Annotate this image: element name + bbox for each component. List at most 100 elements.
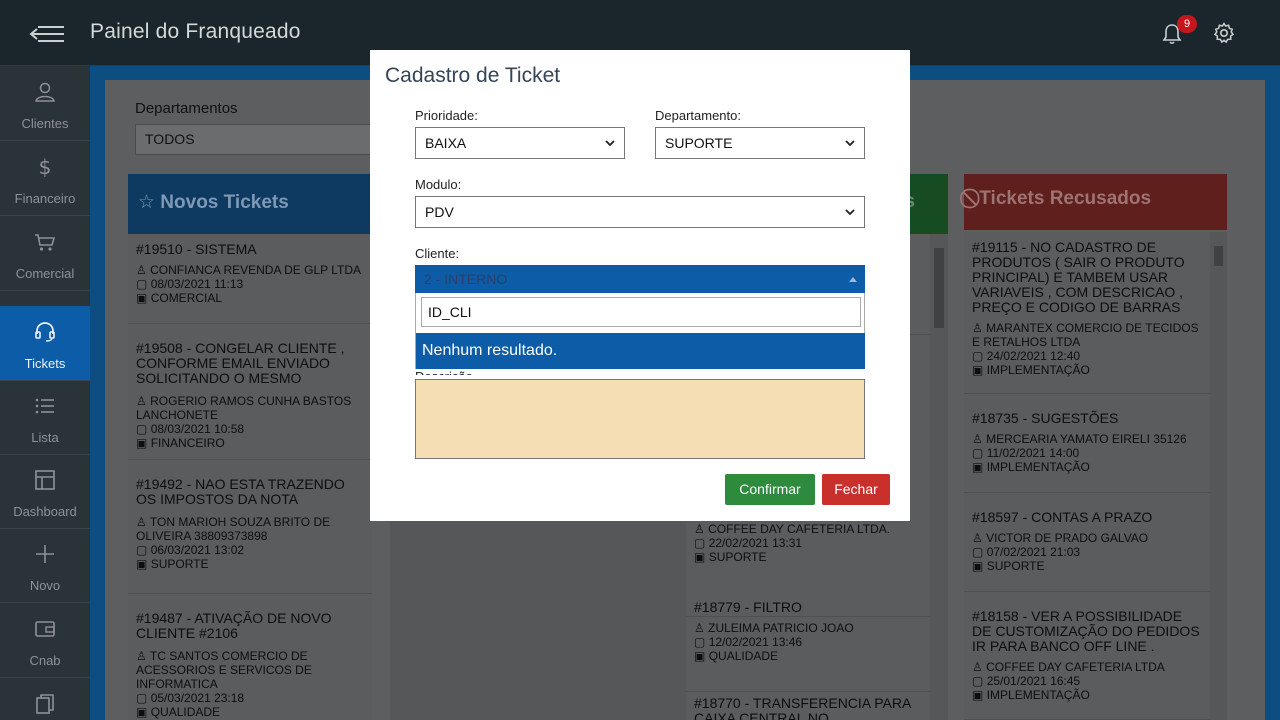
ticket-card[interactable]: #18158 - VER A POSSIBILIDADE DE CUSTOMIZ… <box>964 592 1210 720</box>
close-button[interactable]: Fechar <box>822 474 890 505</box>
ticket-card[interactable]: #18597 - CONTAS A PRAZO ♙ VICTOR DE PRAD… <box>964 493 1210 592</box>
calendar-icon: ▢ <box>972 674 984 688</box>
ticket-card[interactable]: #19510 - SISTEMA ♙ CONFIANCA REVENDA DE … <box>128 234 372 324</box>
ticket-dept: IMPLEMENTAÇÃO <box>986 688 1090 702</box>
modal-title: Cadastro de Ticket <box>385 64 561 87</box>
ticket-date: 22/02/2021 13:31 <box>708 536 803 550</box>
ticket-date: 07/02/2021 21:03 <box>986 545 1081 559</box>
sidebar-item-label: Financeiro <box>14 191 76 206</box>
ticket-client: TC SANTOS COMERCIO DE ACESSORIOS E SERVI… <box>136 649 312 691</box>
ticket-date: 06/03/2021 13:02 <box>150 543 245 557</box>
ticket-card[interactable]: #19487 - ATIVAÇÃO DE NOVO CLIENTE #2106 … <box>128 594 372 720</box>
calendar-icon: ▢ <box>972 349 984 363</box>
calendar-icon: ▢ <box>972 545 984 559</box>
headset-icon <box>35 322 55 342</box>
ticket-title: #18158 - VER A POSSIBILIDADE DE CUSTOMIZ… <box>972 608 1200 654</box>
ticket-title: #18770 - TRANSFERENCIA PARA CAIXA CENTRA… <box>694 695 911 720</box>
ticket-card[interactable]: #18770 - TRANSFERENCIA PARA CAIXA CENTRA… <box>686 690 930 720</box>
user-icon: ♙ <box>972 660 983 674</box>
ticket-dept: IMPLEMENTAÇÃO <box>986 460 1090 474</box>
sidebar-item-label: Clientes <box>21 116 69 131</box>
user-icon: ♙ <box>694 522 705 536</box>
calendar-icon: ▢ <box>136 277 148 291</box>
ticket-title: #18735 - SUGESTÕES <box>972 410 1119 426</box>
ticket-title: #19510 - SISTEMA <box>136 241 257 257</box>
calendar-icon: ▢ <box>972 446 984 460</box>
app-title: Painel do Franqueado <box>90 20 301 43</box>
ticket-dept: SUPORTE <box>986 559 1045 573</box>
sidebar-item-label: Comercial <box>15 266 75 281</box>
ticket-card[interactable]: #19492 - NAO ESTA TRAZENDO OS IMPOSTOS D… <box>128 460 372 594</box>
sidebar-item-financeiro[interactable]: $ Financeiro <box>0 141 90 216</box>
prioridade-select[interactable]: BAIXA <box>415 127 625 159</box>
cliente-dropdown: Nenhum resultado. <box>415 293 865 369</box>
department-icon: ▣ <box>694 550 706 564</box>
column-header: ⃠ Tickets Recusados <box>964 174 1227 230</box>
scrollbar[interactable] <box>930 234 948 720</box>
prioridade-label: Prioridade: <box>415 108 478 123</box>
ticket-dept: SUPORTE <box>708 550 767 564</box>
ticket-modal: Cadastro de Ticket Prioridade: BAIXA Dep… <box>370 50 910 521</box>
ticket-title: #19487 - ATIVAÇÃO DE NOVO CLIENTE #2106 <box>136 610 332 641</box>
chevron-down-icon <box>605 140 615 147</box>
ticket-card[interactable]: #19115 - NO CADASTRO DE PRODUTOS ( SAIR … <box>964 232 1210 394</box>
column-body: #19115 - NO CADASTRO DE PRODUTOS ( SAIR … <box>964 232 1210 720</box>
modulo-select[interactable]: PDV <box>415 196 865 228</box>
calendar-icon: ▢ <box>694 635 706 649</box>
sidebar-item-cnab[interactable]: Cnab <box>0 603 90 678</box>
sidebar-item-lista[interactable]: Lista <box>0 380 90 455</box>
ticket-client: COFFEE DAY CAFETERIA LTDA <box>986 660 1165 674</box>
sidebar-item-label: Lista <box>31 430 59 445</box>
ticket-client: COFFEE DAY CAFETERIA LTDA. <box>708 522 891 536</box>
ticket-client: CONFIANCA REVENDA DE GLP LTDA <box>150 263 362 277</box>
ticket-date: 11/02/2021 14:00 <box>986 446 1080 460</box>
calendar-icon: ▢ <box>694 536 706 550</box>
cliente-search-input[interactable] <box>421 297 861 327</box>
prioridade-value: BAIXA <box>425 135 467 151</box>
menu-toggle-icon[interactable] <box>28 22 66 46</box>
descricao-textarea[interactable] <box>415 379 865 459</box>
sidebar-item-novo[interactable]: Novo <box>0 528 90 603</box>
ticket-date: 25/01/2021 16:45 <box>986 674 1081 688</box>
department-icon: ▣ <box>972 363 984 377</box>
departamentos-label: Departamentos <box>135 100 238 117</box>
ticket-card[interactable]: #18735 - SUGESTÕES ♙ MERCEARIA YAMATO EI… <box>964 394 1210 493</box>
sidebar-item-comercial[interactable]: Comercial <box>0 216 90 291</box>
calendar-icon: ▢ <box>136 691 148 705</box>
sidebar-item-clientes[interactable]: Clientes <box>0 66 90 141</box>
sidebar: Clientes $ Financeiro Comercial Tickets … <box>0 66 90 720</box>
sidebar-item-tickets[interactable]: Tickets <box>0 306 90 381</box>
ticket-dept: SUPORTE <box>150 557 209 571</box>
dollar-icon: $ <box>39 155 52 179</box>
confirm-button[interactable]: Confirmar <box>725 474 815 505</box>
ticket-title: #18779 - FILTRO <box>694 599 802 615</box>
departamentos-select[interactable]: TODOS <box>135 124 375 155</box>
user-icon: ♙ <box>136 515 147 529</box>
ticket-card[interactable]: #19508 - CONGELAR CLIENTE , CONFORME EMA… <box>128 324 372 460</box>
descricao-label: Descrição <box>415 369 473 375</box>
departamento-value: SUPORTE <box>665 135 733 151</box>
column-novos-tickets: ☆ Novos Tickets #19510 - SISTEMA ♙ CONFI… <box>128 174 372 720</box>
department-icon: ▣ <box>972 559 984 573</box>
cliente-label: Cliente: <box>415 246 460 261</box>
ticket-card[interactable]: #18779 - FILTRO ♙ ZULEIMA PATRICIO JOAO … <box>686 592 930 692</box>
column-header: ☆ Novos Tickets <box>128 174 372 234</box>
cliente-select[interactable]: 2 - INTERNO <box>415 265 865 293</box>
user-icon <box>35 82 55 102</box>
sidebar-item-dashboard[interactable]: Dashboard <box>0 454 90 529</box>
departamento-select[interactable]: SUPORTE <box>655 127 865 159</box>
column-body: #19510 - SISTEMA ♙ CONFIANCA REVENDA DE … <box>128 234 372 720</box>
cliente-value: 2 - INTERNO <box>424 271 508 287</box>
ticket-title: #19508 - CONGELAR CLIENTE , CONFORME EMA… <box>136 340 345 386</box>
sidebar-item-label: Dashboard <box>13 504 77 519</box>
gear-icon[interactable] <box>1212 21 1236 45</box>
sidebar-item-copy[interactable] <box>0 678 90 720</box>
scrollbar[interactable] <box>1210 232 1227 720</box>
scrollbar-thumb[interactable] <box>934 248 944 328</box>
department-icon: ▣ <box>972 688 984 702</box>
department-icon: ▣ <box>136 436 148 450</box>
scrollbar-thumb[interactable] <box>1214 246 1223 266</box>
sidebar-item-label: Novo <box>29 578 61 593</box>
ticket-client: ZULEIMA PATRICIO JOAO <box>708 621 854 635</box>
list-icon <box>35 398 54 414</box>
